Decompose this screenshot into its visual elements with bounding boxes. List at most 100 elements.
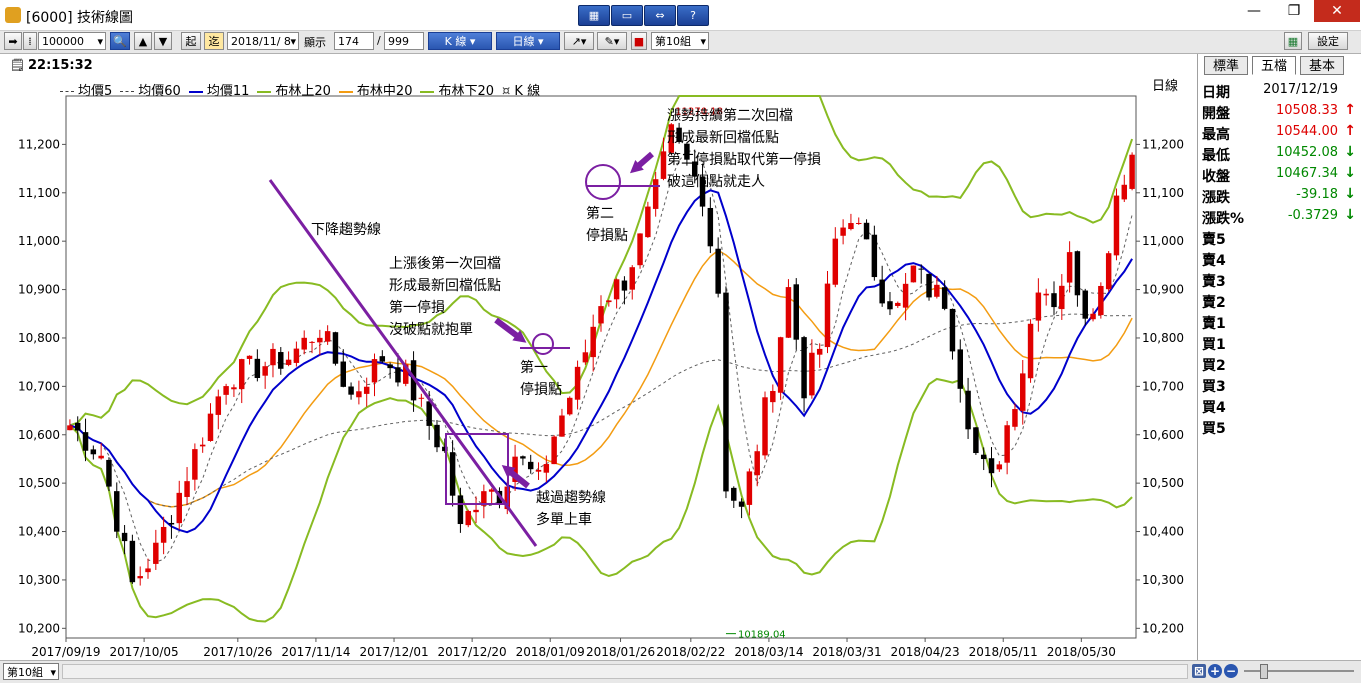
candle-body (934, 284, 940, 297)
candle-body (731, 487, 737, 501)
candle-body (707, 207, 714, 247)
candle-body (278, 352, 284, 369)
candle-body (246, 355, 253, 359)
fullscreen-icon[interactable]: ⇔ (644, 5, 676, 26)
zoom-slider-thumb[interactable] (1260, 664, 1268, 679)
candlestick-chart[interactable]: 10,200 10,200 10,300 10,300 10,400 10,400 10,5… (0, 76, 1196, 660)
help-icon[interactable]: ? (677, 5, 709, 26)
candle-body (1098, 285, 1104, 316)
pen-icon[interactable]: ✎▾ (597, 32, 627, 50)
candle-body (965, 390, 971, 430)
annotation-text: 第二 (586, 205, 614, 222)
continue-button[interactable]: 迄 (204, 32, 224, 50)
candle-body (160, 526, 167, 543)
minimize-button[interactable]: — (1234, 0, 1274, 22)
x-tick-label: 2018/03/14 (734, 645, 803, 659)
candle-body (645, 206, 651, 238)
link-arrow-icon[interactable]: ➡ (4, 32, 22, 50)
y-tick-label-right: 10,300 (1142, 573, 1184, 587)
candle-body (535, 469, 542, 472)
window-icon[interactable]: ▭ (611, 5, 643, 26)
annotation-text: 形成最新回檔低點 (389, 278, 501, 294)
x-tick-label: 2018/05/30 (1047, 645, 1116, 659)
down-arrow-icon: ↓ (1344, 144, 1356, 160)
quote-key: 開盤 (1202, 106, 1230, 122)
fit-icon[interactable]: ⊠ (1192, 664, 1206, 678)
tab-2[interactable]: 基本 (1300, 56, 1344, 75)
layout-icon[interactable]: ▦ (578, 5, 610, 26)
candle-body (856, 222, 862, 224)
candle-body (809, 352, 815, 396)
display-count-input[interactable]: 174 (334, 32, 374, 50)
candle-body (90, 449, 97, 455)
zoom-out-icon[interactable]: − (1224, 664, 1238, 678)
grid-icon[interactable]: ⁞ (23, 32, 37, 50)
settings-button[interactable]: 設定 (1308, 32, 1348, 50)
quote-row: 賣4 (1202, 248, 1358, 269)
x-tick-label: 2017/12/20 (438, 645, 507, 659)
annotation-text: 多單上車 (536, 511, 592, 528)
y-tick-label-right: 10,200 (1142, 621, 1184, 635)
quote-row: 賣2 (1202, 290, 1358, 311)
group-select[interactable]: 第10組 ▾ (651, 32, 709, 50)
candle-body (926, 273, 932, 298)
candle-body (176, 492, 182, 524)
candle-body (660, 151, 667, 179)
color-icon[interactable]: ■ (631, 32, 647, 50)
quote-row: 日期 2017/12/19 (1202, 80, 1358, 101)
down-arrow-icon[interactable]: ▼ (154, 32, 172, 50)
quote-value: 10544.00 (1275, 124, 1338, 139)
y-tick-label-right: 10,800 (1142, 331, 1184, 345)
close-button[interactable]: ✕ (1314, 0, 1360, 22)
candle-body (910, 265, 917, 283)
search-icon[interactable]: 🔍 (110, 32, 130, 50)
candle-body (895, 302, 901, 306)
candle-body (98, 455, 104, 459)
y-tick-label-left: 10,800 (18, 331, 60, 345)
candle-body (74, 422, 81, 431)
x-tick-label: 2017/10/05 (110, 645, 179, 659)
annotation-text: 越過趨勢線 (536, 490, 606, 506)
x-tick-label: 2018/05/11 (969, 645, 1038, 659)
candle-body (270, 348, 276, 366)
up-arrow-icon: ↑ (1344, 123, 1356, 139)
quote-key: 收盤 (1202, 169, 1230, 185)
bottom-group-select[interactable]: 第10組 ▾ (3, 663, 59, 680)
candle-body (887, 301, 893, 310)
display-total-input[interactable]: 999 (384, 32, 424, 50)
candle-body (137, 576, 143, 579)
tab-1[interactable]: 五檔 (1252, 56, 1296, 75)
quote-key: 賣3 (1202, 274, 1226, 290)
candle-body (941, 287, 948, 309)
candle-body (723, 292, 729, 492)
quote-key: 賣1 (1202, 316, 1226, 332)
quote-row: 賣1 (1202, 311, 1358, 332)
tab-0[interactable]: 標準 (1204, 56, 1248, 75)
candle-body (324, 331, 331, 342)
restore-button[interactable]: ❐ (1274, 0, 1314, 22)
candle-body (106, 459, 112, 487)
zoom-in-icon[interactable]: + (1208, 664, 1222, 678)
candle-body (848, 223, 854, 230)
annotation-text: 第一 (520, 359, 548, 376)
quote-key: 買4 (1202, 400, 1226, 416)
horizontal-scrollbar[interactable] (62, 664, 1188, 679)
period-menu[interactable]: 日線 ▾ (496, 32, 560, 50)
x-tick-label: 2017/11/14 (281, 645, 350, 659)
y-tick-label-right: 11,100 (1142, 186, 1184, 200)
quote-key: 賣2 (1202, 295, 1226, 311)
start-button[interactable]: 起 (181, 32, 201, 50)
draw-tool-icon[interactable]: ↗▾ (564, 32, 594, 50)
candle-body (551, 436, 557, 465)
excel-icon[interactable]: ▦ (1284, 32, 1302, 50)
candle-body (1051, 293, 1057, 308)
candle-body (840, 227, 846, 236)
quote-row: 開盤 10508.33 ↑ (1202, 101, 1358, 122)
y-tick-label-right: 10,500 (1142, 476, 1184, 490)
y-tick-label-left: 10,500 (18, 476, 60, 490)
kline-menu[interactable]: K 線 ▾ (428, 32, 492, 50)
symbol-input[interactable]: 100000 ▾ (38, 32, 106, 50)
x-tick-label: 2018/02/22 (656, 645, 725, 659)
up-arrow-icon[interactable]: ▲ (134, 32, 152, 50)
date-select[interactable]: 2018/11/ 8 ▾ (227, 32, 299, 50)
